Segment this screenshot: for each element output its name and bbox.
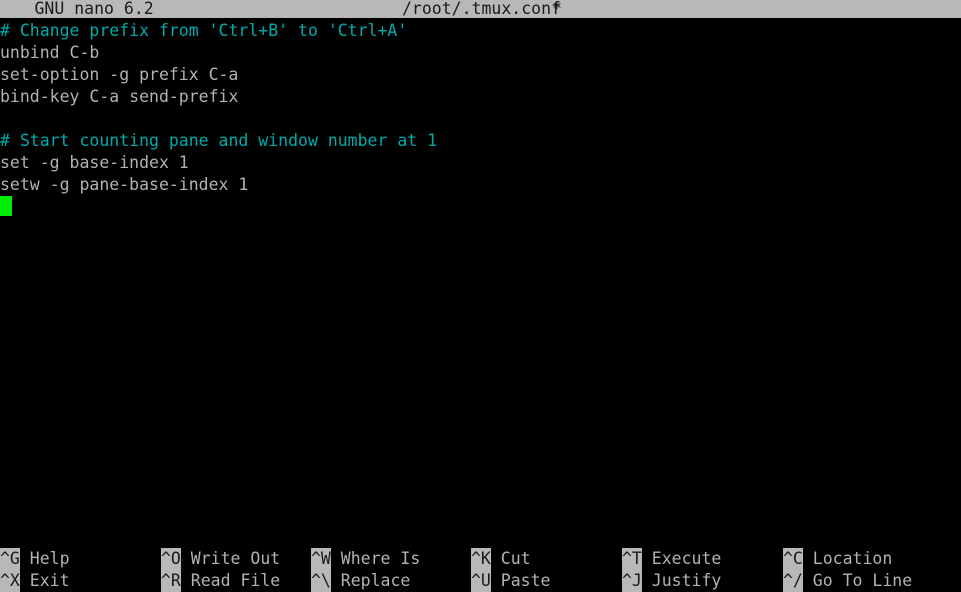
shortcut-entry[interactable]: ^W Where Is bbox=[311, 548, 420, 570]
shortcut-label: Execute bbox=[641, 549, 722, 568]
nano-editor-window: GNU nano 6.2 /root/.tmux.conf * # Change… bbox=[0, 0, 961, 592]
shortcut-entry[interactable]: ^J Justify bbox=[622, 570, 721, 592]
code-line[interactable]: set-option -g prefix C-a bbox=[0, 64, 961, 86]
modified-indicator: * bbox=[552, 0, 562, 18]
shortcut-row: ^X Exit ^R Read File ^\ Replace ^U Paste ^J … bbox=[0, 570, 961, 592]
shortcut-key-chip[interactable]: ^/ bbox=[783, 570, 803, 592]
app-version-label: GNU nano 6.2 bbox=[34, 0, 154, 18]
shortcut-label: Cut bbox=[490, 549, 531, 568]
shortcut-entry[interactable]: ^K Cut bbox=[471, 548, 531, 570]
code-line[interactable] bbox=[0, 108, 961, 130]
shortcut-label: Go To Line bbox=[802, 571, 913, 590]
shortcut-key-chip[interactable]: ^R bbox=[161, 570, 181, 592]
shortcut-label: Where Is bbox=[330, 549, 421, 568]
shortcut-label: Paste bbox=[490, 571, 551, 590]
shortcut-key-chip[interactable]: ^X bbox=[0, 570, 20, 592]
shortcut-label: Location bbox=[802, 549, 893, 568]
code-line[interactable]: # Change prefix from 'Ctrl+B' to 'Ctrl+A… bbox=[0, 20, 961, 42]
shortcut-label: Exit bbox=[19, 571, 70, 590]
code-line[interactable] bbox=[0, 196, 961, 218]
shortcut-label: Justify bbox=[641, 571, 722, 590]
shortcut-entry[interactable]: ^U Paste bbox=[471, 570, 550, 592]
file-path-label: /root/.tmux.conf bbox=[402, 0, 561, 18]
code-line[interactable]: # Start counting pane and window number … bbox=[0, 130, 961, 152]
shortcut-key-chip[interactable]: ^G bbox=[0, 548, 20, 570]
shortcut-entry[interactable]: ^O Write Out bbox=[161, 548, 280, 570]
code-line[interactable]: unbind C-b bbox=[0, 42, 961, 64]
shortcut-entry[interactable]: ^/ Go To Line bbox=[783, 570, 912, 592]
text-editing-area[interactable]: # Change prefix from 'Ctrl+B' to 'Ctrl+A… bbox=[0, 18, 961, 548]
code-line[interactable]: bind-key C-a send-prefix bbox=[0, 86, 961, 108]
shortcut-key-chip[interactable]: ^O bbox=[161, 548, 181, 570]
shortcut-key-chip[interactable]: ^C bbox=[783, 548, 803, 570]
shortcut-entry[interactable]: ^C Location bbox=[783, 548, 892, 570]
shortcut-key-chip[interactable]: ^\ bbox=[311, 570, 331, 592]
shortcut-label: Read File bbox=[180, 571, 281, 590]
shortcut-row: ^G Help ^O Write Out ^W Where Is ^K Cut ^T E… bbox=[0, 548, 961, 570]
shortcut-key-chip[interactable]: ^U bbox=[471, 570, 491, 592]
code-line[interactable]: setw -g pane-base-index 1 bbox=[0, 174, 961, 196]
shortcut-key-chip[interactable]: ^J bbox=[622, 570, 642, 592]
shortcut-entry[interactable]: ^\ Replace bbox=[311, 570, 410, 592]
text-cursor bbox=[0, 196, 12, 216]
shortcut-help-bar: ^G Help ^O Write Out ^W Where Is ^K Cut ^T E… bbox=[0, 548, 961, 592]
code-line[interactable]: set -g base-index 1 bbox=[0, 152, 961, 174]
shortcut-entry[interactable]: ^T Execute bbox=[622, 548, 721, 570]
shortcut-entry[interactable]: ^R Read File bbox=[161, 570, 280, 592]
shortcut-label: Write Out bbox=[180, 549, 281, 568]
shortcut-label: Replace bbox=[330, 571, 411, 590]
shortcut-entry[interactable]: ^G Help bbox=[0, 548, 70, 570]
shortcut-key-chip[interactable]: ^T bbox=[622, 548, 642, 570]
shortcut-key-chip[interactable]: ^W bbox=[311, 548, 331, 570]
shortcut-entry[interactable]: ^X Exit bbox=[0, 570, 70, 592]
shortcut-key-chip[interactable]: ^K bbox=[471, 548, 491, 570]
shortcut-label: Help bbox=[19, 549, 70, 568]
title-bar: GNU nano 6.2 /root/.tmux.conf * bbox=[0, 0, 961, 18]
